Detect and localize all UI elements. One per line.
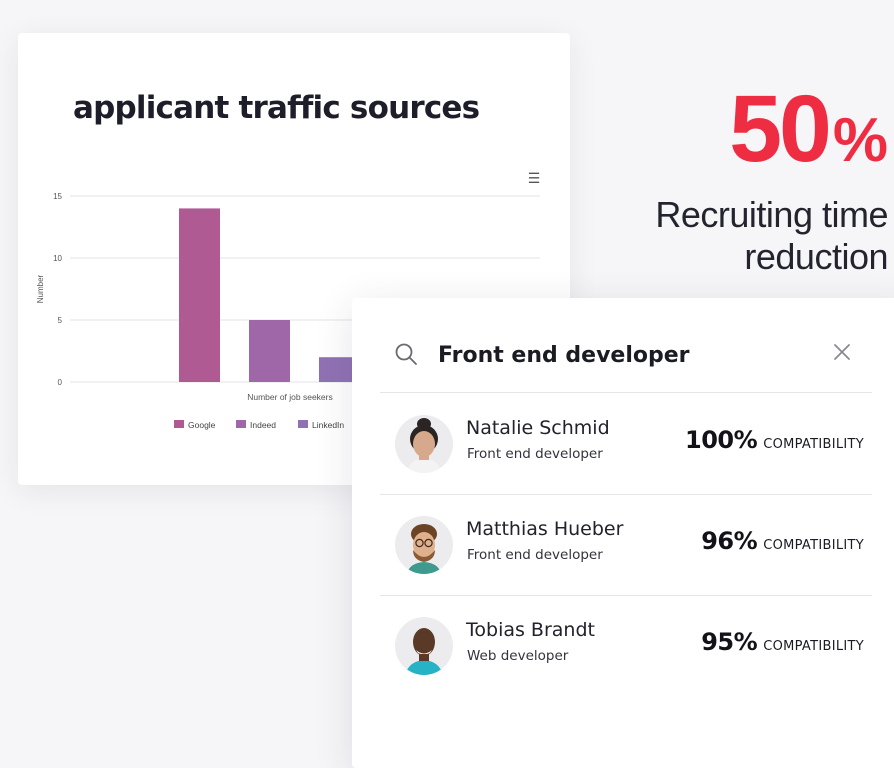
y-tick-label: 10: [53, 254, 62, 263]
candidate-search-card: Natalie Schmid Front end developer 100% …: [352, 298, 894, 768]
compatibility: 100% COMPATIBILITY: [685, 426, 864, 454]
stat-caption-line-2: reduction: [744, 236, 888, 277]
candidate-name: Natalie Schmid: [466, 417, 610, 439]
avatar: [395, 415, 453, 473]
avatar: [395, 617, 453, 675]
y-tick-label: 5: [58, 316, 63, 325]
search-bar: [380, 322, 872, 393]
result-row[interactable]: Natalie Schmid Front end developer 100% …: [380, 394, 872, 495]
x-axis-label: Number of job seekers: [247, 392, 333, 402]
legend-label: Google: [188, 420, 216, 430]
avatar: [395, 516, 453, 574]
bar-indeed: [249, 320, 290, 382]
legend-label: LinkedIn: [312, 420, 344, 430]
candidate-name: Tobias Brandt: [466, 619, 595, 641]
legend-label: Indeed: [250, 420, 276, 430]
candidate-name: Matthias Hueber: [466, 518, 624, 540]
y-axis-label: Number: [36, 274, 45, 303]
compatibility-percent: 95%: [701, 628, 758, 656]
search-input[interactable]: [438, 339, 818, 371]
y-tick-label: 15: [53, 192, 62, 201]
result-row[interactable]: Tobias Brandt Web developer 95% COMPATIB…: [380, 596, 872, 696]
compatibility-label: COMPATIBILITY: [763, 639, 864, 654]
candidate-role: Front end developer: [467, 547, 603, 563]
y-tick-label: 0: [58, 378, 63, 387]
compatibility-percent: 100%: [685, 426, 758, 454]
results-list: Natalie Schmid Front end developer 100% …: [380, 394, 872, 696]
candidate-role: Front end developer: [467, 446, 603, 462]
compatibility-percent: 96%: [701, 527, 758, 555]
compatibility: 96% COMPATIBILITY: [701, 527, 864, 555]
bar-google: [179, 208, 220, 382]
stat-unit: %: [832, 106, 888, 175]
legend-swatch: [236, 420, 246, 428]
compatibility-label: COMPATIBILITY: [763, 538, 864, 553]
result-row[interactable]: Matthias Hueber Front end developer 96% …: [380, 495, 872, 596]
stat-number: 50: [729, 76, 832, 182]
stat-caption-line-1: Recruiting time: [655, 194, 888, 235]
legend-swatch: [174, 420, 184, 428]
legend-swatch: [298, 420, 308, 428]
search-icon: [395, 343, 417, 365]
candidate-role: Web developer: [467, 648, 569, 664]
compatibility-label: COMPATIBILITY: [763, 437, 864, 452]
close-icon[interactable]: [830, 340, 854, 364]
stat-value: 50%: [729, 82, 888, 177]
compatibility: 95% COMPATIBILITY: [701, 628, 864, 656]
stat-caption: Recruiting time reduction: [588, 194, 888, 278]
